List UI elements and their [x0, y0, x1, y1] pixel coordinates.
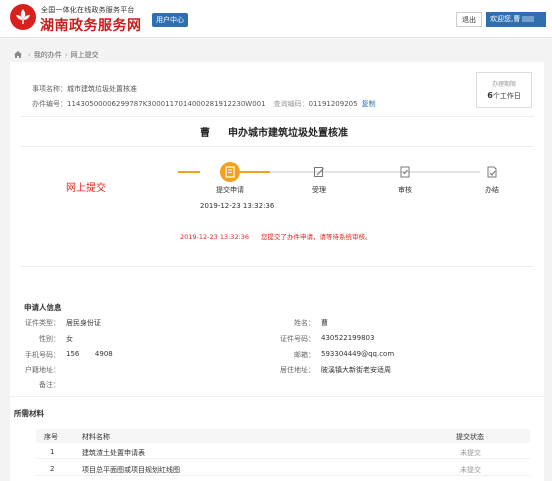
applicant-surname: 曹 [200, 128, 210, 139]
residence-address-label: 居住地址： [280, 366, 315, 374]
gender-value: 女 [66, 335, 73, 343]
table-row: 2 项目总平面图或项目规划红线图 未提交 [36, 462, 530, 476]
name-label: 姓名： [294, 319, 315, 327]
case-no-row: 办件编号：11430500006299787K30001170140002819… [32, 99, 376, 109]
breadcrumb-separator: › [64, 51, 68, 59]
logout-button[interactable]: 退出 [456, 12, 482, 27]
copy-link[interactable]: 复制 [362, 100, 376, 108]
case-no-label: 办件编号： [32, 100, 67, 108]
id-type-value: 居民身份证 [66, 319, 101, 327]
row-index: 1 [50, 448, 55, 456]
step-connector [178, 171, 200, 173]
item-name-value: 城市建筑垃圾处置核准 [67, 85, 137, 93]
log-time: 2019-12-23 13:32:36 [180, 233, 250, 241]
case-detail-card: 事项名称：城市建筑垃圾处置核准 办件编号：11430500006299787K3… [10, 62, 544, 481]
materials-section-title: 所需材料 [14, 409, 44, 418]
divider [20, 266, 534, 267]
step-connector [240, 171, 270, 173]
deadline-unit: 个工作日 [492, 92, 521, 100]
user-center-badge[interactable]: 用户中心 [152, 13, 188, 27]
platform-subtitle: 全国一体化在线政务服务平台 [41, 6, 135, 14]
email-label: 邮箱： [294, 351, 315, 359]
step-connector [270, 171, 480, 173]
deadline-value: 6个工作日 [477, 91, 531, 101]
divider [20, 116, 534, 117]
row-material-name: 建筑渣土处置申请表 [82, 449, 145, 457]
breadcrumb-my-cases[interactable]: 我的办件 [34, 51, 62, 59]
status-log: 2019-12-23 13:32:36 您提交了办件申请，请等待系统审核。 [180, 231, 372, 241]
step-edit-icon [309, 162, 329, 182]
row-status: 未提交 [460, 449, 481, 457]
col-index-header: 序号 [44, 433, 58, 441]
step-label-accept: 受理 [312, 186, 326, 194]
log-message: 您提交了办件申请，请等待系统审核。 [261, 233, 372, 241]
site-title[interactable]: 湖南政务服务网 [40, 15, 142, 35]
row-index: 2 [50, 465, 55, 473]
breadcrumb: › 我的办件 › 网上提交 [14, 50, 99, 60]
current-status: 网上提交 [66, 183, 106, 194]
id-number-label: 证件号码： [280, 335, 315, 343]
logo-icon [10, 4, 36, 30]
welcome-text: 欢迎您,曹 [490, 15, 521, 23]
table-row: 1 建筑渣土处置申请表 未提交 [36, 445, 530, 459]
applicant-section-title: 申请人信息 [24, 303, 62, 312]
row-status: 未提交 [460, 466, 481, 474]
home-icon[interactable] [14, 51, 22, 58]
col-status-header: 提交状态 [456, 433, 484, 441]
case-title: 曹 申办城市建筑垃圾处置核准 [200, 124, 348, 139]
name-value: 曹 [321, 319, 328, 327]
phone-label: 手机号码： [25, 351, 60, 359]
query-code-label: 查询编码： [273, 100, 309, 108]
step-label-review: 审核 [398, 186, 412, 194]
step-finish-icon [482, 162, 502, 182]
step-submit-time: 2019-12-23 13:32:36 [200, 202, 275, 210]
redacted-name [522, 16, 535, 22]
divider [10, 396, 544, 397]
household-address-label: 户籍地址： [25, 366, 60, 374]
deadline-label: 办理期限 [491, 81, 516, 88]
materials-table-header: 序号 材料名称 提交状态 [36, 429, 530, 443]
step-check-icon [395, 162, 415, 182]
id-number-value: 430522199803 [321, 334, 375, 342]
step-label-submit: 提交申请 [216, 186, 244, 194]
email-value: 593304449@qq.com [321, 350, 395, 358]
item-name-label: 事项名称： [32, 85, 67, 93]
deadline-box: 办理期限 6个工作日 [476, 72, 532, 108]
col-name-header: 材料名称 [82, 433, 110, 441]
query-code-value: 01191209205 [308, 100, 358, 108]
gender-label: 性别： [39, 335, 60, 343]
case-no-value: 11430500006299787K3000117014000281912230… [67, 100, 266, 108]
breadcrumb-current: 网上提交 [70, 51, 99, 59]
top-header: 全国一体化在线政务服务平台 湖南政务服务网 用户中心 退出 欢迎您,曹 [0, 0, 552, 38]
case-title-text: 申办城市建筑垃圾处置核准 [228, 128, 348, 139]
progress-steps: 提交申请 受理 审核 办结 2019-12-23 13:32:36 [178, 162, 508, 222]
breadcrumb-separator: › [28, 51, 31, 59]
id-type-label: 证件类型： [25, 319, 60, 327]
step-document-icon [220, 162, 240, 182]
phone-value: 156 4908 [66, 350, 113, 358]
step-label-complete: 办结 [485, 186, 499, 194]
residence-address-value: 陂溪镇大新街老安适周 [321, 366, 391, 374]
row-material-name: 项目总平面图或项目规划红线图 [82, 466, 180, 474]
welcome-user-button[interactable]: 欢迎您,曹 [486, 12, 546, 27]
item-name-row: 事项名称：城市建筑垃圾处置核准 [32, 84, 137, 94]
divider [20, 146, 534, 147]
remark-label: 备注： [39, 381, 60, 389]
